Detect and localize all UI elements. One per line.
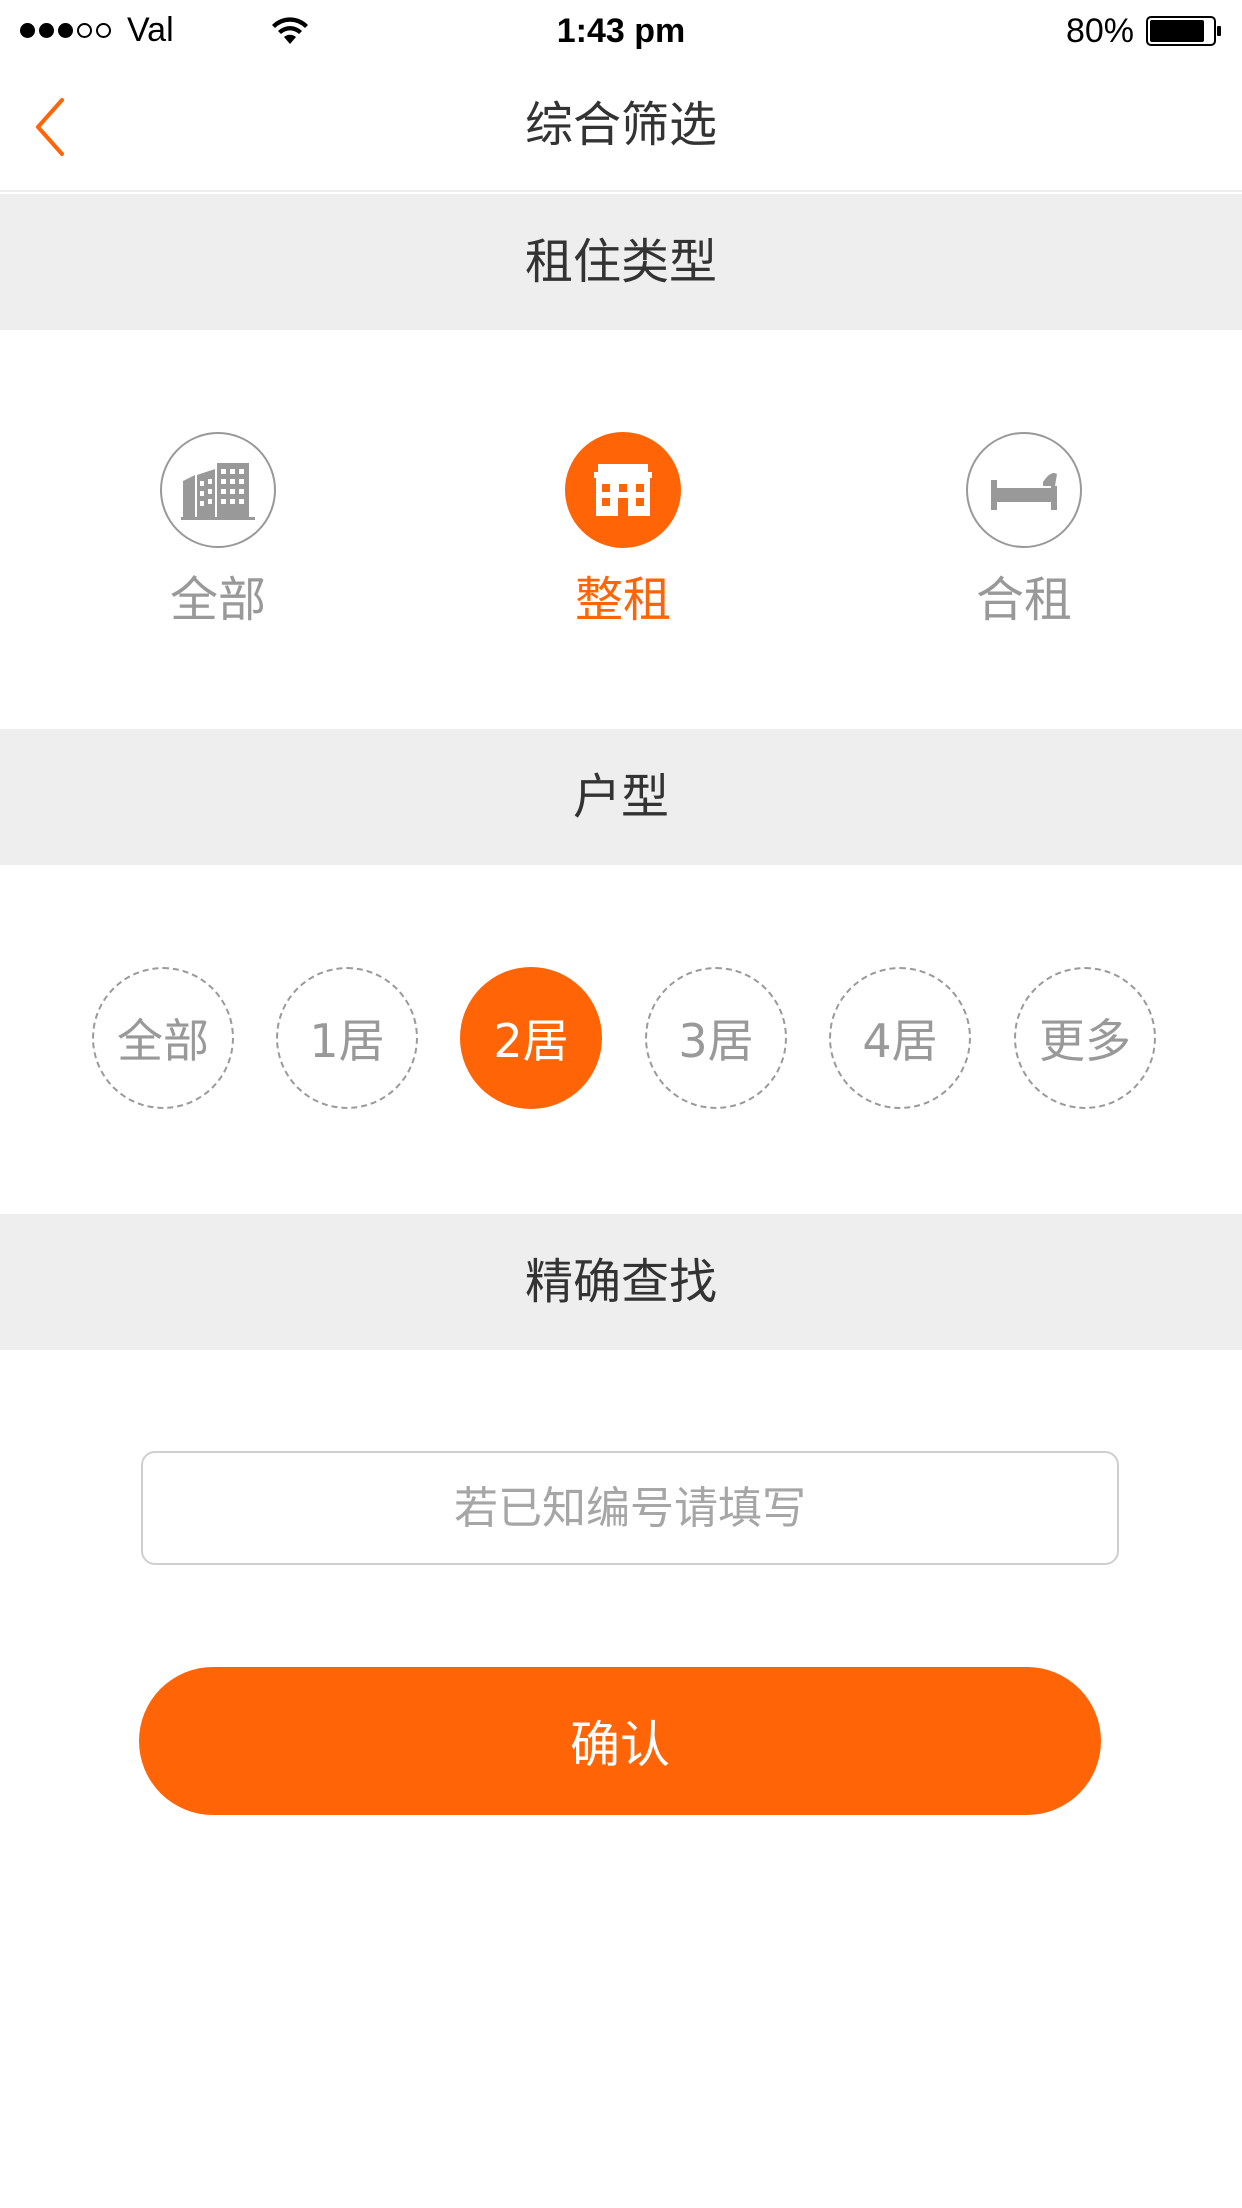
apartment-buildings-icon xyxy=(181,463,255,520)
confirm-button[interactable]: 确认 xyxy=(139,1667,1101,1815)
nav-bar: 综合筛选 xyxy=(0,62,1242,192)
layout-option-2-room[interactable]: 2居 xyxy=(460,967,602,1109)
house-icon xyxy=(594,464,652,516)
layout-option-1-room[interactable]: 1居 xyxy=(276,967,418,1109)
rental-type-whole-label: 整租 xyxy=(574,572,671,628)
rental-type-shared-circle xyxy=(966,432,1082,548)
rental-type-shared[interactable]: 合租 xyxy=(904,432,1144,652)
status-time: 1:43 pm xyxy=(556,12,686,50)
section-header-rental-type: 租住类型 xyxy=(0,194,1242,330)
page-title: 综合筛选 xyxy=(524,97,717,153)
battery-icon xyxy=(1146,16,1221,46)
rental-type-all-label: 全部 xyxy=(169,572,266,628)
status-bar: Val 1:43 pm 80% xyxy=(0,0,1242,62)
bed-icon xyxy=(991,473,1057,510)
rental-type-all[interactable]: 全部 xyxy=(98,432,338,652)
battery-percentage: 80% xyxy=(1065,12,1134,50)
layout-option-all[interactable]: 全部 xyxy=(92,967,234,1109)
layout-option-3-room[interactable]: 3居 xyxy=(645,967,787,1109)
rental-type-whole[interactable]: 整租 xyxy=(503,432,743,652)
layout-option-4-room[interactable]: 4居 xyxy=(829,967,971,1109)
section-header-exact-search: 精确查找 xyxy=(0,1214,1242,1350)
listing-number-input[interactable] xyxy=(141,1451,1119,1565)
layout-option-more[interactable]: 更多 xyxy=(1014,967,1156,1109)
rental-type-all-circle xyxy=(160,432,276,548)
rental-type-whole-circle xyxy=(565,432,681,548)
section-header-layout: 户型 xyxy=(0,729,1242,865)
rental-type-shared-label: 合租 xyxy=(975,572,1072,628)
